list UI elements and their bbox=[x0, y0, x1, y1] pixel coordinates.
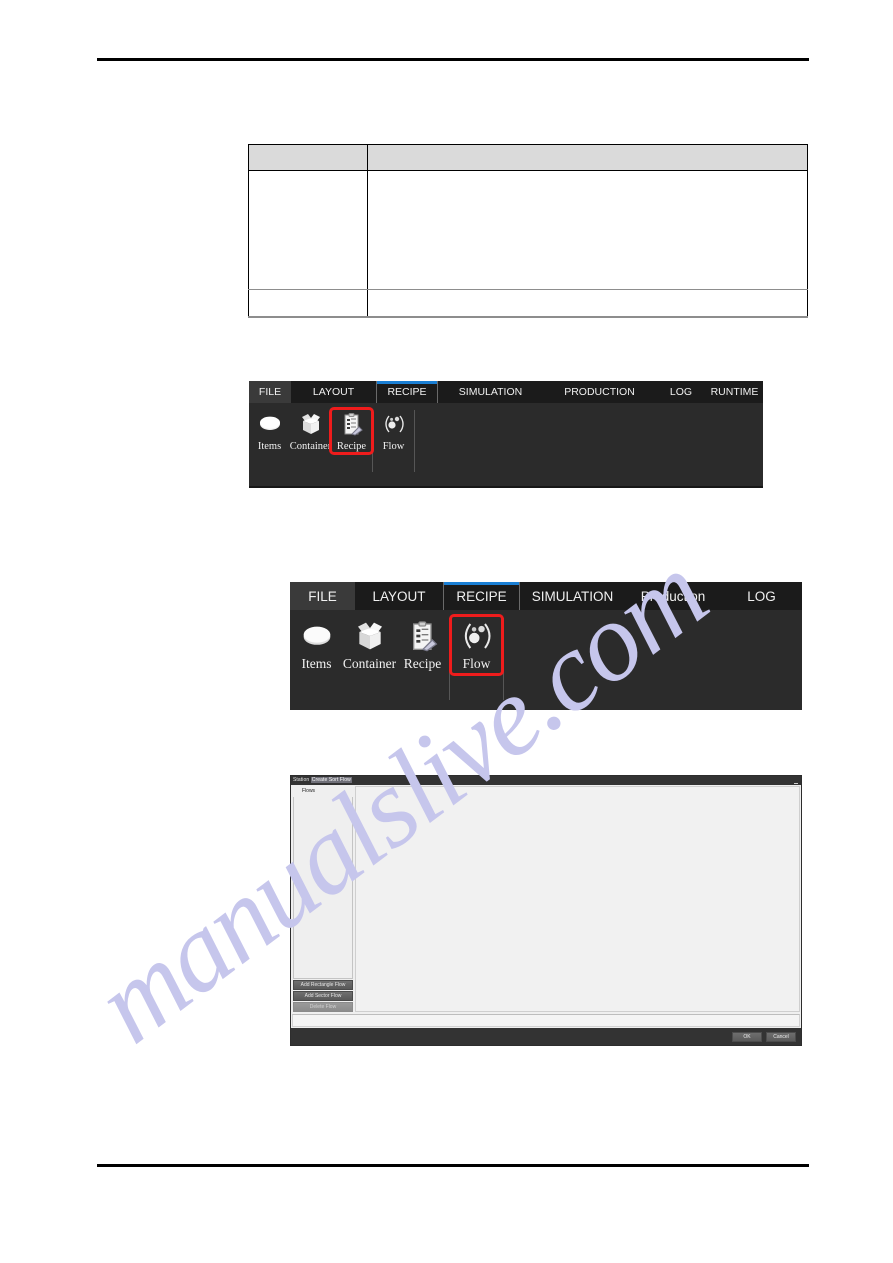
ribbon-button-label: Flow bbox=[382, 441, 405, 452]
container-box-icon bbox=[299, 411, 323, 437]
tab-label: Production bbox=[640, 588, 706, 604]
ribbon-screenshot-recipe: FILE LAYOUT RECIPE SIMULATION PRODUCTION… bbox=[249, 381, 763, 488]
ribbon-body: Items Container Recipe Flow bbox=[290, 610, 802, 710]
recipe-clipboard-icon bbox=[340, 411, 364, 437]
tab-recipe[interactable]: RECIPE bbox=[443, 582, 520, 610]
ribbon-button-items[interactable]: Items bbox=[290, 616, 343, 672]
dialog-titlebar[interactable]: Station Create Sort Flow bbox=[291, 776, 801, 785]
ribbon-button-flow[interactable]: Flow bbox=[449, 614, 504, 676]
ribbon-button-label: Container bbox=[289, 441, 332, 452]
table-header-row bbox=[247, 144, 808, 171]
table-header-cell-b bbox=[368, 145, 807, 152]
tab-label: RECIPE bbox=[456, 588, 507, 604]
ribbon-group-recipe-tools: Items Container Recipe Flow bbox=[249, 407, 415, 472]
table-cell-b bbox=[368, 171, 807, 178]
ribbon-tabbar: FILE LAYOUT RECIPE SIMULATION PRODUCTION… bbox=[249, 381, 763, 403]
ribbon-button-label: Recipe bbox=[336, 441, 367, 452]
tab-label: FILE bbox=[258, 386, 282, 398]
add-rectangle-flow-button[interactable]: Add Rectangle Flow bbox=[293, 980, 353, 990]
tab-label: LAYOUT bbox=[372, 588, 426, 604]
tab-simulation[interactable]: SIMULATION bbox=[520, 582, 625, 610]
tab-label: PRODUCTION bbox=[564, 386, 635, 398]
tab-active-accent bbox=[444, 582, 519, 585]
ribbon-body: Items Container Recipe Flow bbox=[249, 403, 763, 486]
cancel-button[interactable]: Cancel bbox=[766, 1031, 796, 1042]
flow-canvas[interactable] bbox=[355, 786, 800, 1012]
ribbon-tabbar: FILE LAYOUT RECIPE SIMULATION Production… bbox=[290, 582, 802, 610]
recipe-clipboard-icon bbox=[407, 619, 439, 653]
tab-file[interactable]: FILE bbox=[290, 582, 355, 610]
add-sector-flow-button[interactable]: Add Sector Flow bbox=[293, 991, 353, 1001]
tab-recipe[interactable]: RECIPE bbox=[376, 381, 438, 403]
table-header-cell-a bbox=[249, 145, 367, 152]
tab-runtime[interactable]: RUNTIME bbox=[706, 381, 763, 403]
flows-label: Flows bbox=[302, 788, 316, 794]
dialog-title-selected: Create Sort Flow bbox=[310, 777, 352, 783]
ribbon-button-items[interactable]: Items bbox=[249, 408, 290, 453]
table-cell-b bbox=[368, 290, 807, 297]
container-box-icon bbox=[354, 619, 386, 653]
table-cell-a bbox=[249, 171, 367, 178]
ribbon-button-recipe[interactable]: Recipe bbox=[396, 616, 449, 672]
dialog-title-prefix: Station bbox=[293, 777, 311, 783]
ribbon-screenshot-flow: FILE LAYOUT RECIPE SIMULATION Production… bbox=[290, 582, 802, 710]
ribbon-separator bbox=[414, 410, 415, 472]
ribbon-button-recipe[interactable]: Recipe bbox=[329, 407, 374, 455]
ribbon-button-container[interactable]: Container bbox=[290, 408, 331, 453]
tab-active-accent bbox=[377, 381, 437, 384]
tab-log[interactable]: LOG bbox=[721, 582, 802, 610]
items-disc-icon bbox=[301, 619, 333, 653]
ribbon-separator bbox=[503, 618, 504, 700]
delete-flow-button[interactable]: Delete Flow bbox=[293, 1002, 353, 1012]
ribbon-button-flow[interactable]: Flow bbox=[373, 408, 414, 453]
flows-panel: Flows Add Rectangle Flow Add Sector Flow… bbox=[292, 786, 354, 1012]
create-sort-flow-dialog: Station Create Sort Flow Flows Add Recta… bbox=[290, 775, 802, 1046]
ribbon-button-label: Container bbox=[342, 656, 397, 671]
tab-production[interactable]: PRODUCTION bbox=[543, 381, 656, 403]
ribbon-group-recipe-tools: Items Container Recipe Flow bbox=[290, 614, 504, 700]
table-row bbox=[247, 170, 808, 290]
tab-simulation[interactable]: SIMULATION bbox=[438, 381, 543, 403]
items-disc-icon bbox=[258, 411, 282, 437]
tab-production[interactable]: Production bbox=[625, 582, 721, 610]
ribbon-button-label: Items bbox=[301, 656, 332, 671]
tab-label: SIMULATION bbox=[458, 386, 523, 398]
tab-label: LOG bbox=[747, 588, 776, 604]
dialog-main: Flows Add Rectangle Flow Add Sector Flow… bbox=[291, 785, 801, 1013]
ribbon-button-label: Recipe bbox=[403, 656, 442, 671]
flow-icon bbox=[382, 411, 406, 437]
tab-label: LAYOUT bbox=[312, 386, 355, 398]
tab-file[interactable]: FILE bbox=[249, 381, 291, 403]
dialog-title: Station Create Sort Flow bbox=[293, 776, 352, 785]
flow-icon bbox=[461, 619, 493, 653]
tab-label: RUNTIME bbox=[710, 386, 759, 398]
tab-layout[interactable]: LAYOUT bbox=[355, 582, 443, 610]
tab-label: LOG bbox=[669, 386, 693, 398]
ok-button[interactable]: OK bbox=[732, 1031, 762, 1042]
ribbon-button-container[interactable]: Container bbox=[343, 616, 396, 672]
header-rule bbox=[97, 58, 809, 61]
tab-label: SIMULATION bbox=[531, 588, 614, 604]
table-cell-a bbox=[249, 290, 367, 297]
specification-table bbox=[247, 144, 808, 318]
flows-list[interactable] bbox=[293, 797, 353, 979]
tab-label: FILE bbox=[308, 588, 337, 604]
tab-log[interactable]: LOG bbox=[656, 381, 706, 403]
tab-label: RECIPE bbox=[387, 386, 427, 398]
footer-rule bbox=[97, 1164, 809, 1167]
tab-layout[interactable]: LAYOUT bbox=[291, 381, 376, 403]
ribbon-button-label: Flow bbox=[462, 656, 491, 671]
dialog-footer: OK Cancel bbox=[291, 1028, 801, 1045]
table-row bbox=[247, 289, 808, 318]
ribbon-button-label: Items bbox=[257, 441, 282, 452]
dialog-status-bar bbox=[292, 1014, 800, 1027]
